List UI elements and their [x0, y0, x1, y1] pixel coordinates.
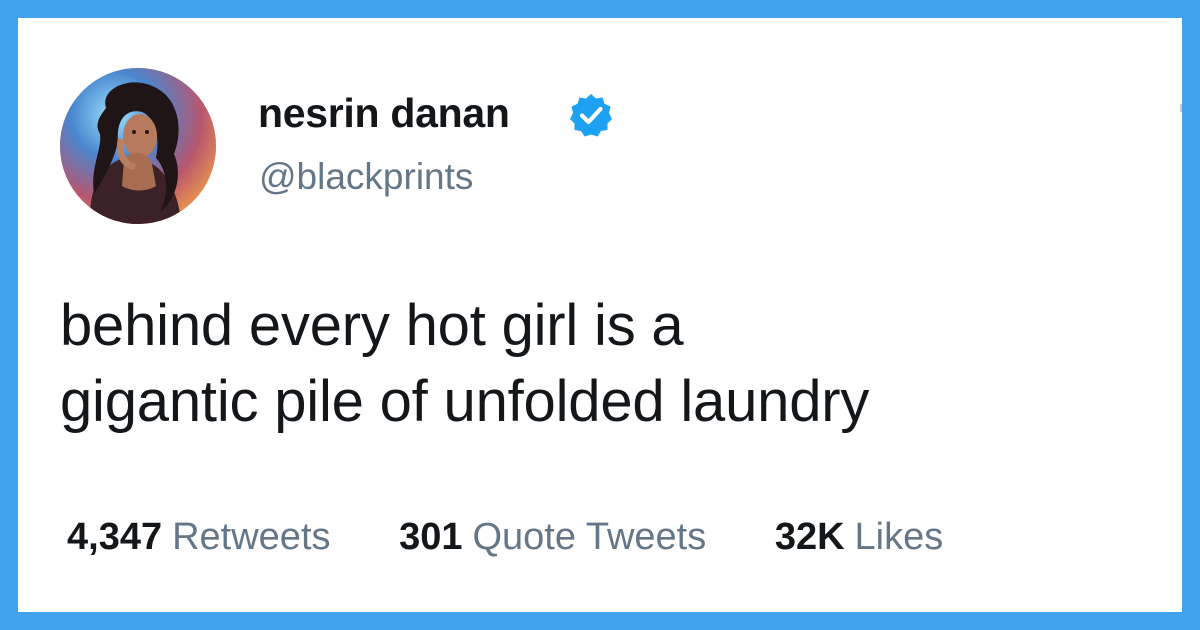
- tweet-line-1: behind every hot girl is a: [60, 293, 684, 358]
- likes-label: Likes: [854, 516, 944, 558]
- card-edge-divider: [1180, 104, 1182, 112]
- avatar-photo-icon: [60, 68, 216, 224]
- likes-count: 32K: [774, 516, 845, 558]
- avatar[interactable]: [60, 68, 216, 224]
- tweet-stats: 4,347 Retweets 301 Quote Tweets 32K Likes: [67, 516, 943, 559]
- user-handle[interactable]: @blackprints: [259, 156, 473, 198]
- quote-tweets-count: 301: [399, 516, 463, 558]
- quote-tweets-label: Quote Tweets: [472, 516, 707, 558]
- tweet-text: behind every hot girl is a gigantic pile…: [60, 288, 1160, 440]
- display-name[interactable]: nesrin danan: [258, 90, 510, 137]
- retweets-label: Retweets: [172, 516, 331, 558]
- retweets-stat[interactable]: 4,347 Retweets: [67, 516, 331, 559]
- quote-tweets-stat[interactable]: 301 Quote Tweets: [399, 516, 706, 559]
- likes-stat[interactable]: 32K Likes: [775, 516, 943, 559]
- verified-badge-icon: [567, 91, 615, 139]
- retweets-count: 4,347: [67, 516, 163, 558]
- tweet-line-2: gigantic pile of unfolded laundry: [60, 369, 870, 434]
- tweet-card: nesrin danan @blackprints behind every h…: [18, 18, 1182, 612]
